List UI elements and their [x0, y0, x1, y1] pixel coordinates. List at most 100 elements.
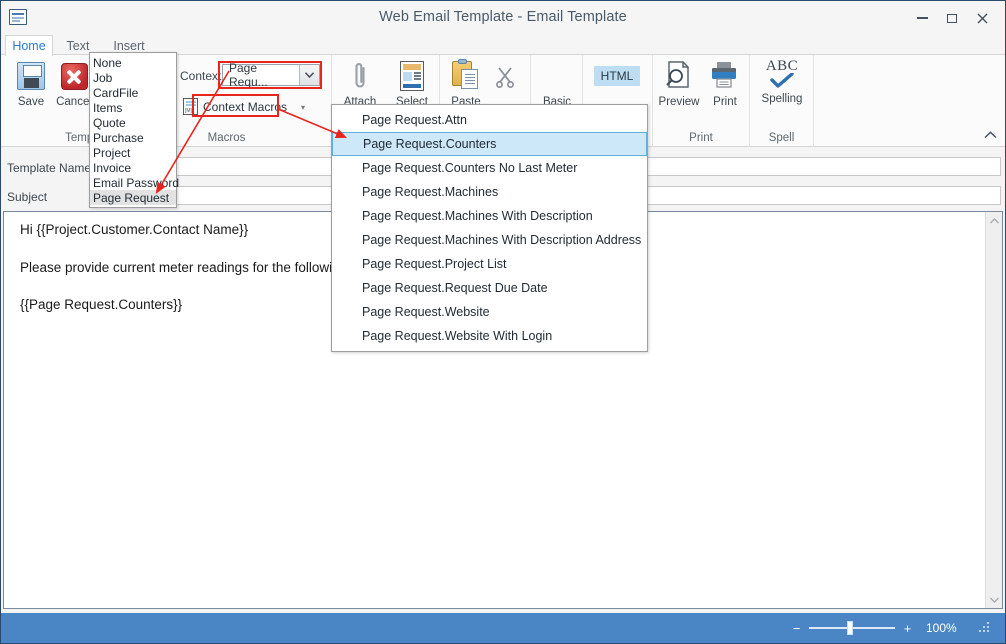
macro-item-label: Page Request.Machines	[362, 185, 499, 199]
html-chip-icon: HTML	[593, 59, 641, 93]
context-menu-item-label: Page Request	[93, 190, 170, 205]
context-menu-item-label: None	[93, 55, 122, 70]
group-label-spell: Spell	[768, 132, 795, 144]
paperclip-icon	[343, 59, 377, 93]
macro-item-request-due-date[interactable]: Page Request.Request Due Date	[332, 276, 647, 300]
macro-item-label: Page Request.Request Due Date	[362, 281, 548, 295]
status-bar: − + 100%	[1, 613, 1005, 643]
context-menu-item-items[interactable]: Items	[90, 100, 176, 115]
ribbon-group-empty	[814, 55, 1005, 147]
context-menu-item-job[interactable]: Job	[90, 70, 176, 85]
print-button[interactable]: Print	[701, 59, 749, 108]
macro-item-machines[interactable]: Page Request.Machines	[332, 180, 647, 204]
zoom-in-button[interactable]: +	[902, 621, 913, 636]
context-menu-item-label: Quote	[93, 115, 126, 130]
context-menu-item-quote[interactable]: Quote	[90, 115, 176, 130]
ribbon-group-spell: ABC Spelling Spell	[750, 55, 814, 147]
chevron-down-icon[interactable]	[299, 65, 319, 85]
minimize-button[interactable]	[907, 7, 937, 29]
application-window: Web Email Template - Email Template Home…	[0, 0, 1006, 644]
zoom-slider[interactable]	[809, 621, 895, 635]
spelling-button[interactable]: ABC Spelling	[758, 59, 806, 106]
printer-icon	[708, 59, 742, 93]
context-menu-item-label: CardFile	[93, 85, 139, 100]
context-menu-item-label: Purchase	[93, 130, 144, 145]
window-title: Web Email Template - Email Template	[379, 9, 627, 25]
macros-dropdown-menu[interactable]: Page Request.Attn Page Request.Counters …	[331, 104, 648, 352]
save-button[interactable]: Save	[7, 59, 55, 108]
context-macros-label: Context Macros	[203, 99, 288, 114]
macro-item-label: Page Request.Machines With Description A…	[362, 233, 642, 247]
macro-item-attn[interactable]: Page Request.Attn	[332, 108, 647, 132]
context-menu-item-label: Email Password	[93, 175, 180, 190]
macro-item-machines-with-description-address[interactable]: Page Request.Machines With Description A…	[332, 228, 647, 252]
macro-item-counters[interactable]: Page Request.Counters	[332, 132, 647, 156]
zoom-control[interactable]: − + 100%	[791, 621, 995, 636]
attach-button[interactable]: Attach	[336, 59, 384, 108]
select-button[interactable]: Select	[388, 59, 436, 108]
zoom-out-button[interactable]: −	[791, 621, 802, 636]
subject-label: Subject	[7, 190, 48, 204]
spell-check-icon: ABC	[762, 59, 802, 93]
macro-item-label: Page Request.Counters	[363, 137, 497, 151]
scissors-icon	[493, 59, 527, 93]
context-macros-button[interactable]: Context Macros	[183, 98, 287, 115]
macro-item-counters-no-last-meter[interactable]: Page Request.Counters No Last Meter	[332, 156, 647, 180]
collapse-ribbon-button[interactable]	[984, 130, 997, 142]
paste-button[interactable]: Paste	[442, 59, 490, 108]
cancel-label: Cancel	[56, 96, 92, 108]
tab-home-label: Home	[12, 39, 46, 53]
macro-item-website-with-login[interactable]: Page Request.Website With Login	[332, 324, 647, 348]
macro-item-website[interactable]: Page Request.Website	[332, 300, 647, 324]
floppy-disk-icon	[14, 59, 48, 93]
macro-icon	[183, 98, 198, 115]
html-label: HTML	[593, 66, 641, 86]
context-menu-item-label: Invoice	[93, 160, 132, 175]
scroll-down-icon[interactable]	[986, 591, 1002, 608]
maximize-button[interactable]	[937, 7, 967, 29]
print-label: Print	[713, 96, 737, 108]
zoom-slider-thumb[interactable]	[847, 621, 853, 635]
close-button[interactable]	[967, 7, 997, 29]
context-combobox[interactable]: Page Requ...	[222, 61, 320, 89]
spelling-label: Spelling	[761, 93, 803, 105]
basic-icon	[540, 59, 574, 93]
macro-item-label: Page Request.Website	[362, 305, 490, 319]
resize-grip-icon[interactable]	[979, 622, 991, 634]
context-menu-item-page-request[interactable]: Page Request	[90, 190, 176, 205]
context-menu-item-label: Items	[93, 100, 123, 115]
macro-item-label: Page Request.Project List	[362, 257, 507, 271]
context-menu-item-label: Job	[93, 70, 113, 85]
basic-button[interactable]: Basic	[533, 59, 581, 108]
tab-home[interactable]: Home	[5, 35, 53, 56]
save-label: Save	[17, 96, 45, 108]
context-menu-item-cardfile[interactable]: CardFile	[90, 85, 176, 100]
macro-item-project-list[interactable]: Page Request.Project List	[332, 252, 647, 276]
title-bar: Web Email Template - Email Template	[1, 1, 1005, 35]
preview-label: Preview	[658, 96, 700, 108]
template-name-label: Template Name	[7, 161, 92, 175]
context-menu-item-none[interactable]: None	[90, 55, 176, 70]
context-menu-item-email-password[interactable]: Email Password	[90, 175, 180, 190]
scroll-up-icon[interactable]	[986, 212, 1002, 229]
ribbon-group-print: Preview Print Print	[653, 55, 750, 147]
tab-text-label: Text	[66, 38, 90, 53]
html-button[interactable]: HTML	[585, 59, 649, 96]
context-label: Context:	[180, 69, 225, 83]
context-menu-item-label: Project	[93, 145, 131, 160]
macro-item-machines-with-description[interactable]: Page Request.Machines With Description	[332, 204, 647, 228]
macro-item-label: Page Request.Machines With Description	[362, 209, 593, 223]
context-menu-item-purchase[interactable]: Purchase	[90, 130, 176, 145]
group-label-print: Print	[689, 132, 713, 144]
context-menu-item-invoice[interactable]: Invoice	[90, 160, 176, 175]
preview-button[interactable]: Preview	[655, 59, 703, 108]
editor-vertical-scrollbar[interactable]	[985, 212, 1002, 608]
context-macros-split-arrow-icon[interactable]: ▾	[301, 103, 305, 112]
cut-button[interactable]	[486, 59, 534, 96]
context-dropdown-menu[interactable]: None Job CardFile Items Quote Purchase P…	[89, 52, 180, 208]
clipboard-paste-icon	[449, 59, 483, 93]
tab-insert-label: Insert	[113, 38, 145, 53]
context-menu-item-project[interactable]: Project	[90, 145, 176, 160]
print-preview-icon	[662, 59, 696, 93]
context-combobox-value: Page Requ...	[229, 61, 268, 89]
